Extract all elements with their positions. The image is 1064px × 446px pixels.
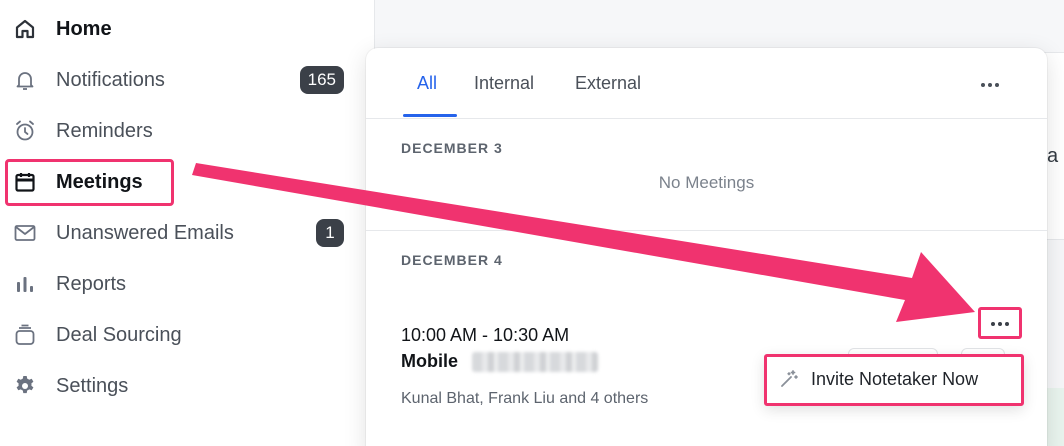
sidebar-item-reports[interactable]: Reports (0, 262, 360, 306)
meeting-tabs: All Internal External (366, 48, 1047, 119)
meeting-options-menu: Invite Notetaker Now (764, 354, 1024, 406)
meeting-more-button[interactable] (978, 307, 1022, 339)
sidebar-item-unanswered-emails[interactable]: Unanswered Emails 1 (0, 211, 360, 255)
app-root: Home Notifications 165 Reminders Meeting… (0, 0, 1064, 446)
day-divider (366, 230, 1047, 231)
sidebar-item-label: Settings (56, 374, 129, 397)
notification-count-badge: 165 (299, 66, 344, 94)
day-label-december-3: DECEMBER 3 (401, 140, 503, 156)
redacted-meeting-name (472, 352, 598, 372)
sidebar-item-label: Reports (56, 272, 127, 295)
bell-icon (12, 67, 38, 93)
sidebar-item-settings[interactable]: Settings (0, 364, 360, 408)
sidebar-item-reminders[interactable]: Reminders (0, 109, 360, 153)
sidebar-item-label: Unanswered Emails (56, 221, 234, 244)
meeting-title[interactable]: Mobile (401, 351, 458, 372)
bar-chart-icon (12, 271, 38, 297)
tab-internal[interactable]: Internal (474, 73, 534, 94)
background-partial-text: a (1047, 145, 1059, 167)
alarm-clock-icon (12, 118, 38, 144)
stack-icon (12, 322, 38, 348)
invite-notetaker-menu-item[interactable]: Invite Notetaker Now (767, 357, 1020, 402)
tab-external[interactable]: External (575, 73, 641, 94)
mail-icon (12, 220, 38, 246)
sidebar-item-deal-sourcing[interactable]: Deal Sourcing (0, 313, 360, 357)
more-horizontal-icon (980, 75, 1000, 93)
invite-notetaker-label: Invite Notetaker Now (811, 369, 979, 389)
meeting-time: 10:00 AM - 10:30 AM (401, 325, 570, 345)
sidebar-item-notifications[interactable]: Notifications 165 (0, 58, 360, 102)
no-meetings-text: No Meetings (658, 173, 755, 192)
home-icon (12, 16, 38, 42)
magic-wand-icon (779, 369, 799, 389)
active-tab-indicator (403, 114, 457, 117)
meetings-panel: All Internal External DECEMBER 3 No Meet… (366, 48, 1047, 446)
more-horizontal-icon (990, 314, 1010, 332)
tab-all[interactable]: All (417, 73, 437, 94)
sidebar-item-label: Reminders (56, 119, 153, 142)
meeting-attendees: Kunal Bhat, Frank Liu and 4 others (401, 390, 649, 407)
day-label-december-4: DECEMBER 4 (401, 252, 503, 268)
email-count-badge: 1 (316, 219, 344, 247)
sidebar-item-label: Notifications (56, 68, 165, 91)
sidebar-item-label: Deal Sourcing (56, 323, 182, 346)
gear-icon (12, 373, 38, 399)
sidebar-item-label: Home (56, 17, 112, 40)
panel-more-button[interactable] (978, 72, 1002, 96)
sidebar: Home Notifications 165 Reminders Meeting… (0, 0, 375, 446)
meetings-highlight-box (5, 159, 174, 206)
sidebar-item-home[interactable]: Home (0, 7, 360, 51)
